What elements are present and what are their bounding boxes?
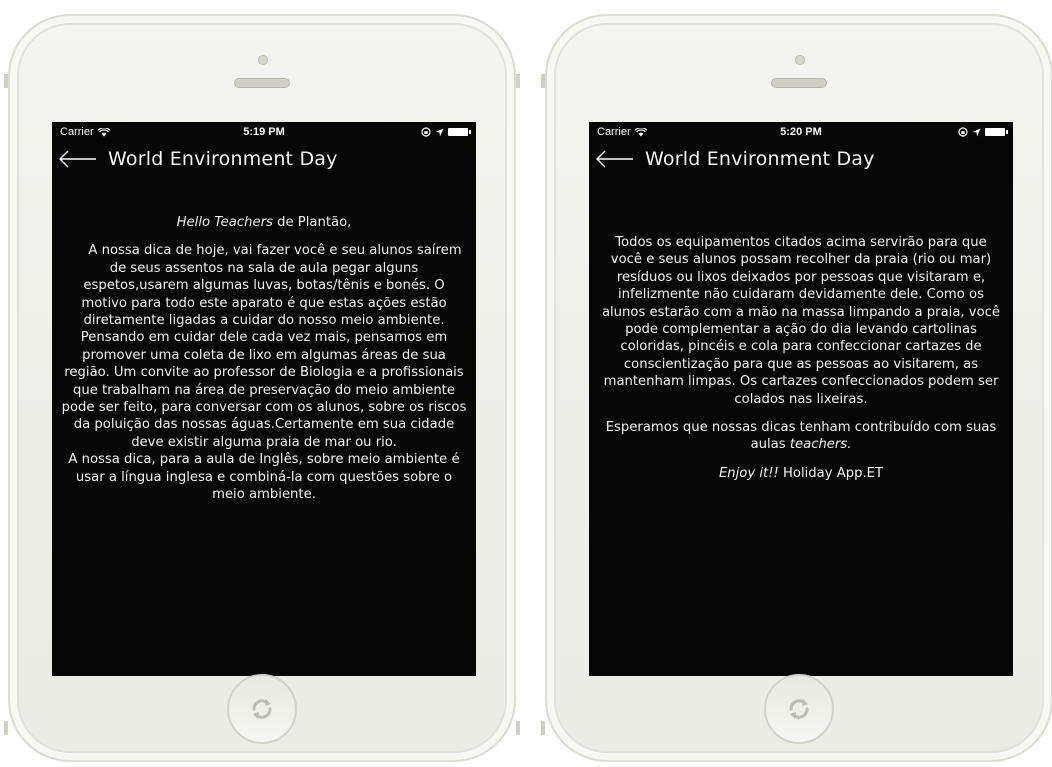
signature-rest: Holiday App.ET — [778, 465, 884, 481]
article-content: Hello Teachers de Plantão, A nossa dica … — [52, 214, 476, 504]
side-button — [541, 721, 545, 735]
back-arrow-icon — [596, 150, 633, 168]
back-button[interactable] — [595, 149, 639, 169]
battery-icon — [447, 128, 471, 136]
carrier-label: Carrier — [60, 126, 94, 138]
greeting-rest: de Plantão, — [272, 215, 352, 230]
greeting: Hello Teachers de Plantão, — [60, 214, 468, 231]
front-camera — [258, 55, 268, 65]
location-arrow-icon — [972, 128, 981, 136]
home-button[interactable] — [227, 674, 297, 744]
greeting-emphasis: Hello Teachers — [176, 215, 273, 230]
carrier-label: Carrier — [597, 126, 631, 138]
signature: Enjoy it!! Holiday App.ET — [599, 465, 1003, 482]
phone-right: Carrier 5:20 PM World Environment Day To… — [541, 14, 1052, 762]
paragraph-2: Esperamos que nossas dicas tenham contri… — [599, 419, 1003, 454]
rotation-lock-icon — [958, 127, 968, 137]
home-button-icon — [789, 699, 809, 719]
battery-icon — [984, 128, 1008, 136]
phone-left: Carrier 5:19 PM World Environment Day He… — [4, 14, 520, 762]
side-button — [4, 721, 8, 735]
earpiece-speaker — [771, 78, 827, 88]
paragraph-1: A nossa dica de hoje, vai fazer você e s… — [81, 243, 462, 329]
stage: Carrier 5:19 PM World Environment Day He… — [0, 0, 1052, 767]
home-button[interactable] — [764, 674, 834, 744]
status-bar: Carrier 5:19 PM — [52, 122, 476, 142]
side-button — [541, 74, 545, 88]
status-time: 5:19 PM — [243, 126, 285, 138]
status-time: 5:20 PM — [780, 126, 822, 138]
signature-emphasis: Enjoy it!! — [718, 465, 779, 481]
paragraph-3: A nossa dica, para a aula de Inglês, sob… — [68, 452, 460, 503]
wifi-icon — [97, 127, 110, 136]
paragraph-2-emphasis: teachers. — [789, 437, 852, 453]
side-button — [516, 74, 520, 88]
side-button — [516, 721, 520, 735]
status-bar: Carrier 5:20 PM — [589, 122, 1013, 142]
earpiece-speaker — [234, 78, 290, 88]
home-button-icon — [252, 699, 272, 719]
article-content: Todos os equipamentos citados acima serv… — [589, 234, 1013, 482]
screen: Carrier 5:20 PM World Environment Day To… — [589, 122, 1013, 676]
page-title: World Environment Day — [645, 148, 875, 170]
rotation-lock-icon — [421, 127, 431, 137]
screen: Carrier 5:19 PM World Environment Day He… — [52, 122, 476, 676]
page-title: World Environment Day — [108, 148, 338, 170]
paragraph-2: Pensando em cuidar dele cada vez mais, p… — [61, 330, 467, 450]
back-button[interactable] — [58, 149, 102, 169]
wifi-icon — [634, 127, 647, 136]
nav-bar: World Environment Day — [589, 142, 1013, 176]
paragraph-1: Todos os equipamentos citados acima serv… — [601, 235, 1001, 407]
back-arrow-icon — [59, 150, 96, 168]
front-camera — [795, 55, 805, 65]
side-button — [4, 74, 8, 88]
nav-bar: World Environment Day — [52, 142, 476, 176]
location-arrow-icon — [435, 128, 444, 136]
